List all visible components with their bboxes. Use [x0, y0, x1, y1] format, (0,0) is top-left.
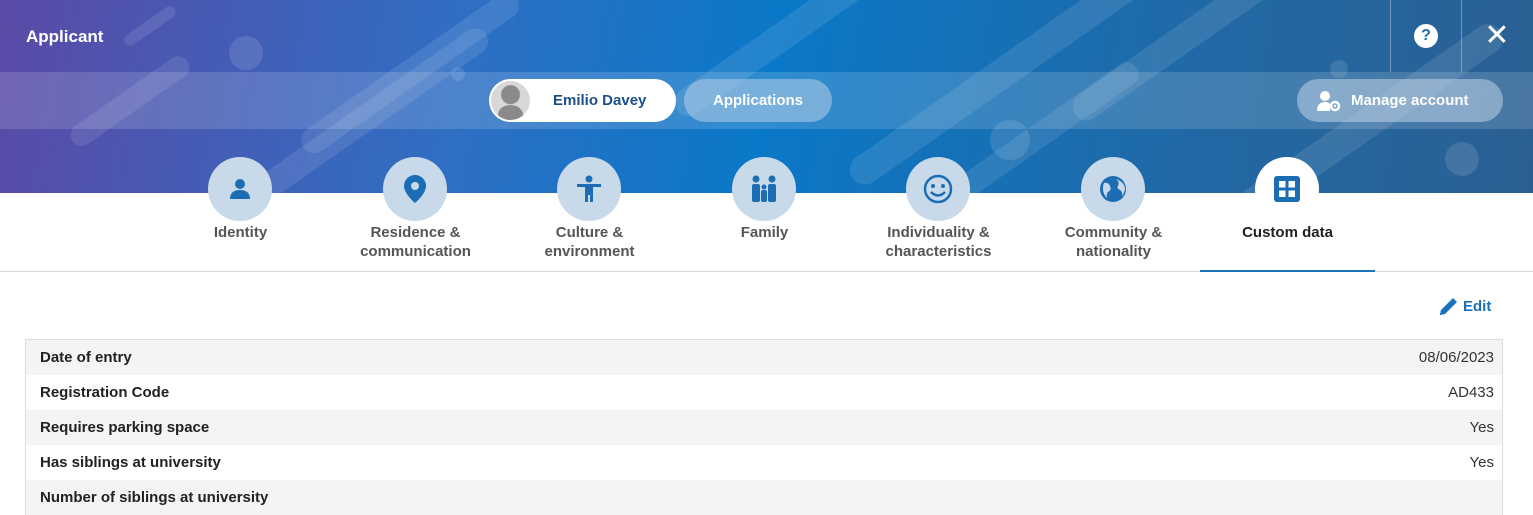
- tab-label: Residence & communication: [360, 224, 471, 260]
- help-button[interactable]: ?: [1390, 0, 1461, 72]
- accessibility-icon: [557, 157, 621, 221]
- applications-button[interactable]: Applications: [684, 79, 832, 122]
- close-icon: ✕: [1484, 19, 1510, 52]
- tab-family[interactable]: Family: [677, 157, 852, 272]
- section-tabs: Identity Residence & communication Cultu…: [0, 157, 1533, 272]
- tab-identity[interactable]: Identity: [153, 157, 328, 272]
- tab-individuality-characteristics[interactable]: Individuality & characteristics: [851, 157, 1026, 272]
- row-value: Yes: [1469, 454, 1494, 471]
- row-label: Has siblings at university: [40, 454, 221, 471]
- smiley-icon: [906, 157, 970, 221]
- location-pin-icon: [383, 157, 447, 221]
- tab-custom-data[interactable]: Custom data: [1200, 157, 1375, 272]
- row-label: Requires parking space: [40, 419, 210, 436]
- row-label: Date of entry: [40, 349, 132, 366]
- window-title: Applicant: [26, 27, 104, 46]
- custom-data-table: Date of entry 08/06/2023 Registration Co…: [25, 339, 1503, 515]
- help-icon: ?: [1414, 24, 1438, 48]
- manage-account-label: Manage account: [1351, 92, 1469, 109]
- table-row: Requires parking space Yes: [26, 410, 1502, 445]
- tab-label: Individuality & characteristics: [885, 224, 992, 260]
- tab-label: Identity: [213, 224, 268, 241]
- person-selector[interactable]: Emilio Davey: [489, 79, 676, 122]
- tab-residence-communication[interactable]: Residence & communication: [328, 157, 503, 272]
- table-row: Has siblings at university Yes: [26, 445, 1502, 480]
- title-bar: Applicant ? ✕: [0, 0, 1533, 72]
- person-icon: [208, 157, 272, 221]
- tab-label: Culture & environment: [544, 224, 635, 260]
- manage-account-button[interactable]: Manage account: [1297, 79, 1503, 122]
- tab-community-nationality[interactable]: Community & nationality: [1026, 157, 1201, 272]
- table-row: Date of entry 08/06/2023: [26, 340, 1502, 375]
- tab-culture-environment[interactable]: Culture & environment: [502, 157, 677, 272]
- family-icon: [732, 157, 796, 221]
- tab-label: Community & nationality: [1064, 224, 1163, 260]
- close-button[interactable]: ✕: [1461, 0, 1532, 72]
- avatar: [491, 81, 530, 120]
- row-label: Registration Code: [40, 384, 170, 401]
- grid-icon: [1255, 157, 1319, 221]
- table-row: Registration Code AD433: [26, 375, 1502, 410]
- edit-button[interactable]: Edit: [1439, 296, 1491, 316]
- globe-icon: [1081, 157, 1145, 221]
- row-value: AD433: [1448, 384, 1494, 401]
- row-value: 08/06/2023: [1418, 349, 1494, 366]
- table-row: Number of siblings at university: [26, 480, 1502, 515]
- edit-label: Edit: [1463, 297, 1492, 315]
- row-label: Number of siblings at university: [40, 489, 269, 506]
- pencil-icon: [1440, 298, 1457, 315]
- user-settings-icon: [1317, 90, 1341, 111]
- tab-label: Custom data: [1242, 224, 1333, 241]
- tab-label: Family: [740, 224, 789, 241]
- row-value: Yes: [1469, 419, 1494, 436]
- person-name: Emilio Davey: [553, 92, 647, 109]
